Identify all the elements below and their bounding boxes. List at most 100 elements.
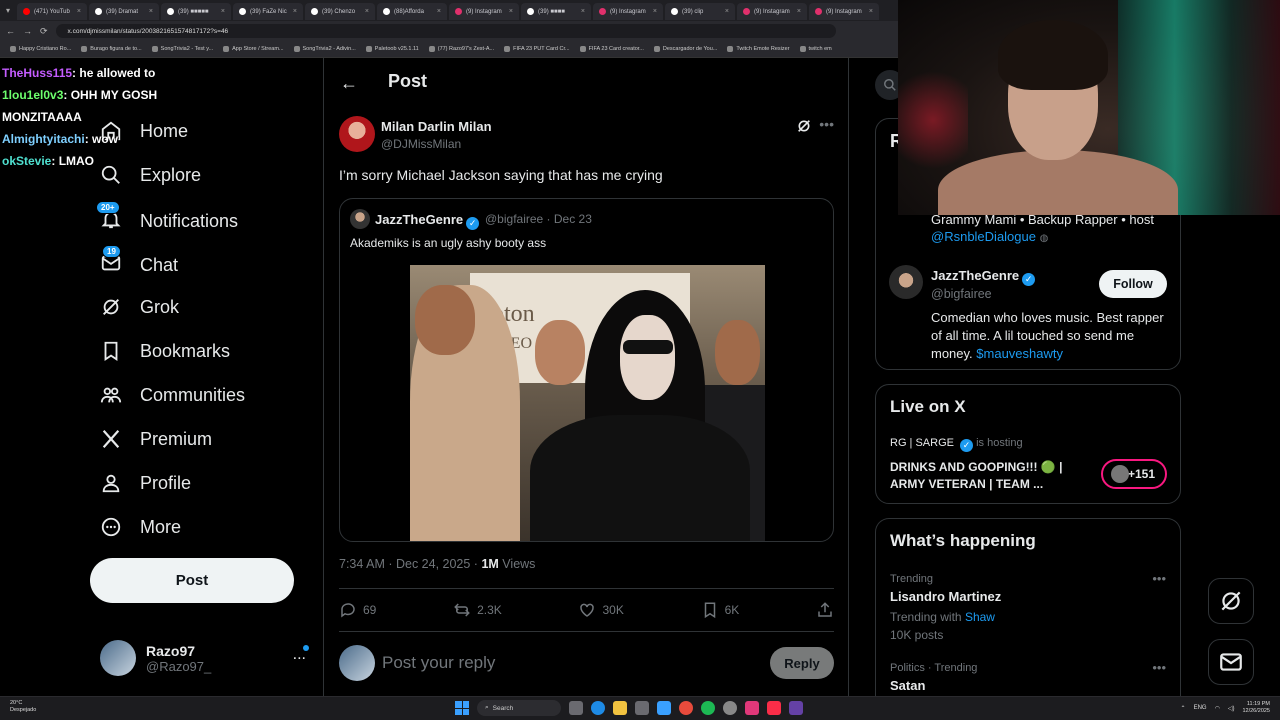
nav-more[interactable]: More [100, 516, 181, 538]
browser-tab[interactable]: (471) YouTub × [17, 3, 88, 20]
browser-tab[interactable]: (39) clip × [665, 3, 736, 20]
quoted-video[interactable]: pton CEO [410, 265, 765, 541]
browser-tab[interactable]: (88)Afforda × [377, 3, 448, 20]
repost-action[interactable]: 2.3K [453, 601, 502, 619]
chrome-icon[interactable] [679, 701, 693, 715]
close-icon[interactable]: × [725, 8, 729, 15]
bookmark-item[interactable]: Twitch Emote Resizer [727, 46, 790, 52]
nav-communities[interactable]: Communities [100, 384, 245, 406]
live-listeners[interactable]: +151 [1101, 459, 1167, 489]
browser-tab[interactable]: (9) Instagram × [809, 3, 880, 20]
reply-action[interactable]: 69 [339, 601, 376, 619]
quoted-post[interactable]: JazzTheGenre ✓ @bigfairee · Dec 23 Akadem… [339, 198, 834, 542]
share-action[interactable] [816, 601, 834, 619]
bookmark-item[interactable]: SongTrivia2 - Test y... [151, 46, 213, 52]
bookmark-item[interactable]: FIFA 23 Card creator... [579, 46, 644, 52]
wifi-icon[interactable]: ◠ [1215, 705, 1220, 712]
clock[interactable]: 11:19 PM 12/26/2025 [1242, 701, 1270, 715]
address-bar[interactable]: x.com/djmissmilan/status/200382165157481… [55, 24, 836, 38]
close-icon[interactable]: × [149, 8, 153, 15]
mail-app-icon[interactable] [657, 701, 671, 715]
music-icon[interactable] [767, 701, 781, 715]
bookmark-item[interactable]: Descargador de You... [653, 46, 717, 52]
task-view-icon[interactable] [569, 701, 583, 715]
who-bio-link[interactable]: $mauveshawty [976, 346, 1063, 361]
chevron-up-icon[interactable]: ⌃ [1181, 705, 1186, 712]
live-host[interactable]: RG | SARGE ✓ is hosting [890, 437, 1023, 452]
nav-chat[interactable]: 19 Chat [100, 245, 178, 279]
close-icon[interactable]: × [509, 8, 513, 15]
close-icon[interactable]: × [869, 8, 873, 15]
reply-input[interactable]: Post your reply [382, 653, 495, 673]
who-name[interactable]: JazzTheGenre ✓ [931, 268, 1036, 286]
store-icon[interactable] [635, 701, 649, 715]
follow-button[interactable]: Follow [1099, 270, 1167, 298]
back-arrow-icon[interactable]: ← [340, 73, 358, 94]
browser-tab[interactable]: (9) Instagram × [449, 3, 520, 20]
like-action[interactable]: 30K [578, 601, 624, 619]
bookmark-item[interactable]: Paletoob v25.1.11 [365, 46, 419, 52]
post-button[interactable]: Post [90, 558, 294, 603]
post-timestamp[interactable]: 7:34 AM · Dec 24, 2025 · [339, 557, 481, 571]
bookmark-item[interactable]: twitch em [799, 46, 832, 52]
author-handle[interactable]: @DJMissMilan [381, 137, 461, 151]
steam-icon[interactable] [723, 701, 737, 715]
trend-sub-link[interactable]: Shaw [965, 610, 995, 624]
volume-icon[interactable]: ◁) [1228, 705, 1235, 712]
author-avatar[interactable] [339, 116, 375, 152]
file-explorer-icon[interactable] [613, 701, 627, 715]
bookmark-action[interactable]: 6K [701, 601, 739, 619]
forward-icon[interactable]: → [23, 26, 32, 36]
bookmark-item[interactable]: FIFA 23 PUT Card Cr... [504, 46, 570, 52]
reply-button[interactable]: Reply [770, 647, 834, 679]
nav-bookmarks[interactable]: Bookmarks [100, 340, 230, 362]
close-icon[interactable]: × [77, 8, 81, 15]
reload-icon[interactable]: ⟳ [40, 26, 48, 37]
bio-link[interactable]: @RsnbleDialogue [931, 229, 1036, 244]
taskbar-search[interactable]: ⌕ Search [477, 700, 561, 716]
app-icon[interactable] [745, 701, 759, 715]
spotify-icon[interactable] [701, 701, 715, 715]
bookmark-item[interactable]: App Store / Stream... [223, 46, 284, 52]
who-handle[interactable]: @bigfairee [931, 287, 992, 301]
browser-tab[interactable]: (39) ■■■■■ × [161, 3, 232, 20]
nav-premium[interactable]: Premium [100, 428, 212, 450]
browser-tab[interactable]: (9) Instagram × [737, 3, 808, 20]
bookmark-item[interactable]: (77) Razo97's Zest-A... [428, 46, 494, 52]
trend-name[interactable]: Lisandro Martinez [890, 589, 1001, 604]
edge-icon[interactable] [591, 701, 605, 715]
browser-tab[interactable]: (39) FaZe Nic × [233, 3, 304, 20]
nav-notifications[interactable]: 20+ Notifications [96, 201, 238, 235]
browser-tab[interactable]: (9) Instagram × [593, 3, 664, 20]
browser-tab[interactable]: (39) ■■■■ × [521, 3, 592, 20]
avatar[interactable] [889, 265, 923, 299]
nav-profile[interactable]: Profile [100, 472, 191, 494]
trend-name[interactable]: Satan [890, 678, 925, 693]
browser-tab[interactable]: (39) Dramat × [89, 3, 160, 20]
close-icon[interactable]: × [293, 8, 297, 15]
nav-grok[interactable]: Grok [100, 296, 179, 318]
close-icon[interactable]: × [581, 8, 585, 15]
live-stream-title[interactable]: DRINKS AND GOOPING!!! 🟢 | ARMY VETERAN |… [890, 459, 1090, 493]
account-more-icon[interactable]: ... [293, 646, 306, 664]
twitch-icon[interactable] [789, 701, 803, 715]
bookmark-item[interactable]: Burago figura de to... [81, 46, 142, 52]
messages-float-button[interactable] [1208, 639, 1254, 685]
weather-widget[interactable]: 20°C Despejado [10, 700, 36, 714]
grok-icon[interactable] [796, 118, 812, 134]
close-icon[interactable]: × [437, 8, 441, 15]
close-icon[interactable]: × [797, 8, 801, 15]
author-name[interactable]: Milan Darlin Milan [381, 119, 492, 134]
tab-search-icon[interactable]: ▾ [6, 6, 10, 15]
close-icon[interactable]: × [653, 8, 657, 15]
browser-tab[interactable]: (39) Chenzo × [305, 3, 376, 20]
trend-more-icon[interactable]: ••• [1152, 660, 1166, 675]
windows-start-icon[interactable] [455, 701, 469, 715]
bookmark-item[interactable]: Happy Cristiano Ro... [10, 46, 71, 52]
close-icon[interactable]: × [365, 8, 369, 15]
language-indicator[interactable]: ENG [1194, 705, 1207, 711]
grok-float-button[interactable] [1208, 578, 1254, 624]
account-switcher[interactable]: Razo97 @Razo97_ ... [100, 638, 312, 678]
close-icon[interactable]: × [221, 8, 225, 15]
bookmark-item[interactable]: SongTrivia2 - Adivin... [293, 46, 356, 52]
